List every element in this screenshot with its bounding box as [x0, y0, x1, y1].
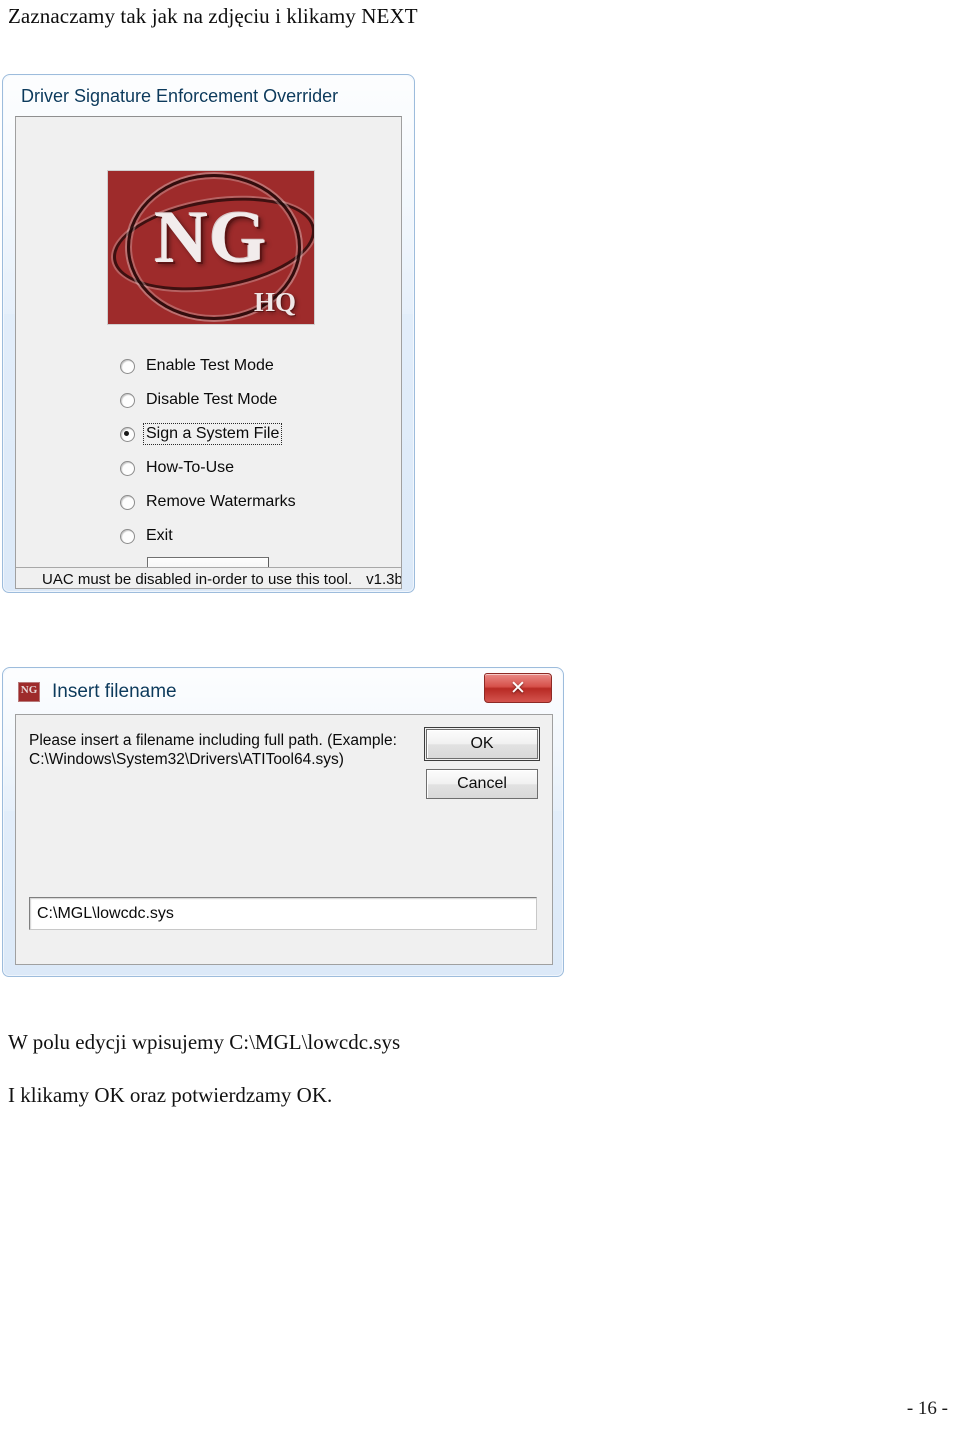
radio-label: Disable Test Mode [146, 391, 278, 408]
ok-button[interactable]: OK [424, 727, 540, 761]
instruction-line-1: Please insert a filename including full … [29, 732, 397, 749]
mode-radio-group: Enable Test Mode Disable Test Mode Sign … [120, 349, 380, 553]
radio-disable-test-mode[interactable]: Disable Test Mode [120, 383, 380, 417]
body-paragraph-2: I klikamy OK oraz potwierdzamy OK. [8, 1083, 333, 1107]
logo-secondary-text: HQ [253, 287, 296, 317]
dseo-client-area: NG HQ Enable Test Mode Disable Test Mode… [15, 116, 402, 589]
radio-exit[interactable]: Exit [120, 519, 380, 553]
instruction-text: Please insert a filename including full … [29, 731, 399, 769]
dseo-window-title: Driver Signature Enforcement Overrider [21, 85, 339, 106]
radio-icon [120, 528, 135, 544]
version-label: v1.3b [366, 571, 401, 588]
dseo-status-bar: UAC must be disabled in-order to use thi… [16, 567, 401, 588]
radio-enable-test-mode[interactable]: Enable Test Mode [120, 349, 380, 383]
radio-label: Enable Test Mode [146, 357, 274, 374]
insert-titlebar[interactable]: NG Insert filename ✕ [6, 671, 560, 713]
instruction-line-2: C:\Windows\System32\Drivers\ATITool64.sy… [29, 751, 344, 768]
radio-icon [120, 494, 135, 510]
radio-label: How-To-Use [146, 459, 235, 476]
close-glyph: ✕ [510, 677, 526, 699]
ng-hq-logo: NG HQ [107, 170, 315, 325]
page-number: - 16 - [906, 1398, 948, 1419]
radio-remove-watermarks[interactable]: Remove Watermarks [120, 485, 380, 519]
radio-icon [120, 460, 135, 476]
page-title: Zaznaczamy tak jak na zdjęciu i klikamy … [8, 4, 418, 28]
radio-label: Exit [146, 527, 173, 544]
radio-icon-selected [120, 426, 135, 442]
app-icon-text: NG [20, 684, 38, 696]
radio-how-to-use[interactable]: How-To-Use [120, 451, 380, 485]
cancel-button[interactable]: Cancel [426, 769, 538, 799]
ng-app-icon: NG [18, 682, 40, 702]
logo-primary-text: NG [154, 197, 268, 279]
insert-client-area: Please insert a filename including full … [15, 714, 553, 965]
radio-label: Sign a System File [142, 423, 283, 445]
radio-sign-a-system-file[interactable]: Sign a System File [120, 417, 380, 451]
status-text: UAC must be disabled in-order to use thi… [42, 571, 353, 588]
radio-label: Remove Watermarks [146, 493, 296, 510]
insert-filename-window: NG Insert filename ✕ Please insert a fil… [2, 667, 564, 977]
insert-window-title: Insert filename [52, 681, 177, 702]
body-paragraph-1: W polu edycji wpisujemy C:\MGL\lowcdc.sy… [8, 1030, 401, 1054]
dseo-titlebar[interactable]: Driver Signature Enforcement Overrider [6, 78, 411, 114]
radio-icon [120, 358, 135, 374]
filename-input[interactable]: C:\MGL\lowcdc.sys [29, 897, 537, 930]
close-icon[interactable]: ✕ [484, 673, 552, 703]
dseo-window: Driver Signature Enforcement Overrider N… [2, 74, 415, 593]
radio-icon [120, 392, 135, 408]
